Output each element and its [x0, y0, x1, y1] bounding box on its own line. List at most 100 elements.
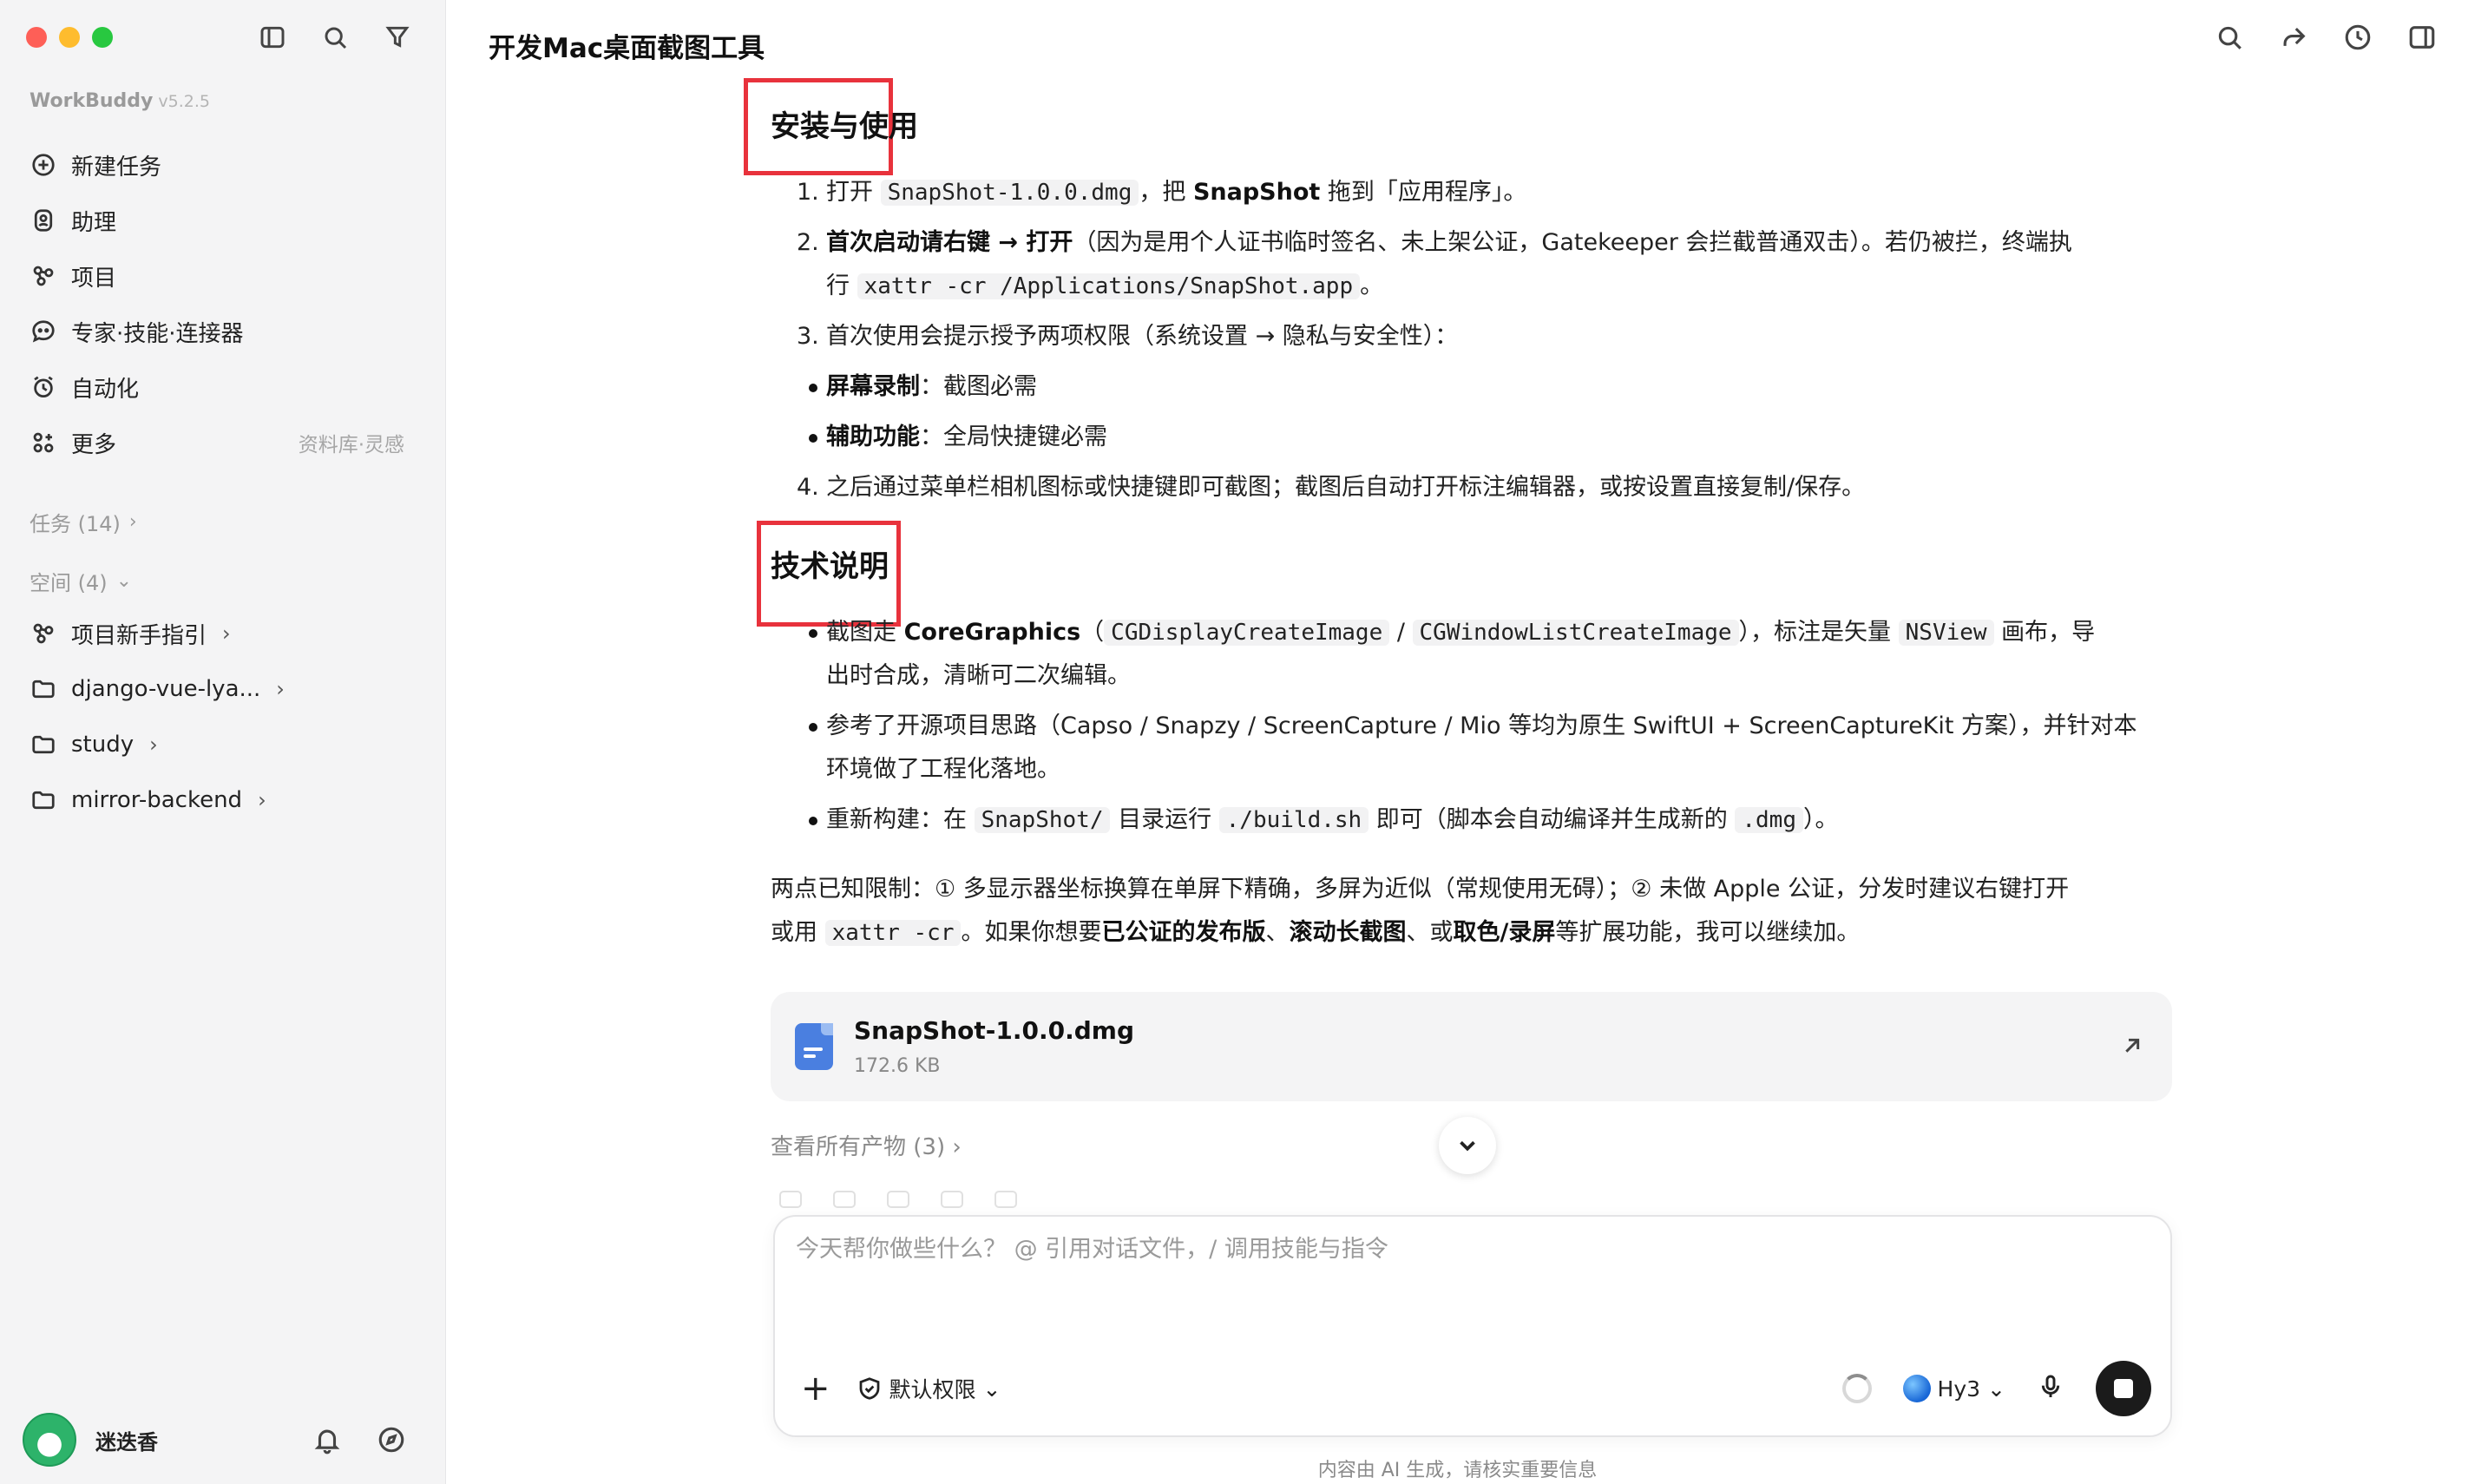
toggle-sidebar-icon[interactable] [257, 22, 288, 53]
file-size: 172.6 KB [854, 1055, 941, 1077]
inline-code: NSView [1898, 620, 1994, 646]
avatar [23, 1413, 76, 1467]
search-icon[interactable] [2213, 21, 2246, 54]
tasks-section-toggle[interactable]: 任务 (14) › [30, 507, 137, 537]
sidebar-toolbar [257, 22, 413, 53]
file-attachment-card[interactable]: SnapShot-1.0.0.dmg 172.6 KB [771, 992, 2172, 1101]
chevron-right-icon: › [276, 677, 285, 701]
text: 、或 [1406, 919, 1454, 946]
list-item: 重新构建：在 SnapShot/ 目录运行 ./build.sh 即可（脚本会自… [771, 798, 2172, 842]
space-item[interactable]: mirror-backend › [0, 772, 446, 828]
sidebar-item-label: 自动化 [71, 376, 140, 403]
permission-selector[interactable]: 默认权限 ⌄ [857, 1373, 1001, 1404]
chevron-down-icon [1460, 1140, 1475, 1152]
share-icon[interactable] [994, 1191, 1017, 1208]
composer-right-tools: Hy3 ⌄ [1841, 1361, 2151, 1416]
history-icon[interactable] [2341, 21, 2374, 54]
minimize-window-button[interactable] [59, 27, 80, 48]
message-input[interactable] [796, 1236, 2097, 1263]
bell-icon[interactable] [312, 1425, 342, 1458]
scroll-to-bottom-button[interactable] [1439, 1117, 1496, 1174]
model-selector[interactable]: Hy3 ⌄ [1902, 1375, 2005, 1402]
project-icon [30, 262, 57, 290]
zoom-window-button[interactable] [92, 27, 113, 48]
sidebar-item-automation[interactable]: 自动化 [0, 359, 446, 415]
search-icon[interactable] [319, 22, 351, 53]
thumbs-up-icon[interactable] [833, 1191, 856, 1208]
text: 出时合成，清晰可二次编辑。 [826, 662, 1131, 689]
sidebar-item-more[interactable]: 更多 资料库·灵感 [0, 415, 446, 470]
add-attachment-button[interactable]: + [801, 1371, 830, 1406]
spaces-section-toggle[interactable]: 空间 (4) ⌄ [30, 566, 132, 596]
sidebar-item-projects[interactable]: 项目 [0, 248, 446, 304]
list-item: 屏幕录制：截图必需 [771, 365, 2172, 409]
page-title: 开发Mac桌面截图工具 [489, 33, 765, 64]
text: 截图走 [826, 619, 904, 646]
ai-disclaimer: 内容由 AI 生成，请核实重要信息 [1317, 1460, 1598, 1481]
text: ，把 [1139, 179, 1193, 206]
sidebar-item-label: 新建任务 [71, 154, 162, 181]
list-item: 1. 打开 SnapShot-1.0.0.dmg ，把 SnapShot 拖到「应… [797, 179, 1527, 206]
folder-icon [30, 786, 57, 814]
user-profile[interactable]: 迷迭香 [23, 1413, 158, 1467]
stop-generation-button[interactable] [2096, 1361, 2151, 1416]
text: ：全局快捷键必需 [920, 424, 1107, 450]
inline-code: xattr -cr /Applications/SnapShot.app [857, 273, 1361, 299]
microphone-icon[interactable] [2037, 1373, 2064, 1404]
open-external-icon[interactable] [2118, 1032, 2146, 1060]
sidebar-item-label: 专家·技能·连接器 [71, 320, 244, 347]
toggle-panel-icon[interactable] [2406, 21, 2438, 54]
filter-icon[interactable] [382, 22, 413, 53]
document-file-icon [795, 1023, 833, 1070]
inline-code: .dmg [1735, 807, 1803, 833]
chevron-down-icon: ⌄ [1987, 1376, 2005, 1402]
composer-left-tools: + 默认权限 ⌄ [801, 1371, 1001, 1406]
chevron-right-icon: › [149, 732, 158, 757]
text: 之后通过菜单栏相机图标或快捷键即可截图；截图后自动打开标注编辑器，或按设置直接复… [826, 474, 1866, 501]
view-all-artifacts-link[interactable]: 查看所有产物 (3) › [771, 1129, 962, 1161]
text: 等扩展功能，我可以继续加。 [1555, 919, 1861, 946]
text: 行 [826, 273, 857, 299]
close-window-button[interactable] [26, 27, 47, 48]
sidebar-item-assistant[interactable]: 助理 [0, 193, 446, 248]
model-logo-icon [1902, 1375, 1931, 1402]
copy-icon[interactable] [779, 1191, 802, 1208]
bold-text: 取色/录屏 [1453, 919, 1556, 946]
text: （因为是用个人证书临时签名、未上架公证，Gatekeeper 会拦截普通双击）。… [1073, 229, 2072, 256]
inline-code: SnapShot/ [974, 807, 1111, 833]
inline-code: CGWindowListCreateImage [1412, 620, 1739, 646]
space-item[interactable]: django-vue-lya... › [0, 661, 446, 717]
space-item-label: mirror-backend [71, 787, 243, 813]
more-extra-links[interactable]: 资料库·灵感 [299, 428, 404, 457]
text: ），标注是矢量 [1738, 619, 1899, 646]
list-item: 辅助功能：全局快捷键必需 [771, 416, 2172, 459]
section-heading: 技术说明 [771, 549, 889, 584]
bold-text: 滚动长截图 [1289, 919, 1407, 946]
text: 或用 [771, 919, 825, 946]
space-item[interactable]: 项目新手指引 › [0, 606, 446, 661]
text: 、 [1265, 919, 1290, 946]
user-name: 迷迭香 [95, 1429, 158, 1454]
sidebar-item-label: 项目 [71, 265, 117, 292]
chevron-down-icon: ⌄ [982, 1376, 1001, 1402]
sidebar-item-experts[interactable]: 专家·技能·连接器 [0, 304, 446, 359]
shield-check-icon [859, 1377, 879, 1400]
text: 两点已知限制：① 多显示器坐标换算在单屏下精确，多屏为近似（常规使用无碍）；② … [771, 876, 2070, 903]
text: 即可（脚本会自动编译并生成新的 [1369, 806, 1736, 833]
chevron-right-icon: › [952, 1134, 962, 1160]
speaker-icon[interactable] [941, 1191, 963, 1208]
share-icon[interactable] [2277, 21, 2310, 54]
settings-compass-icon[interactable] [377, 1425, 406, 1458]
bold-text: 已公证的发布版 [1101, 919, 1266, 946]
list-item: 2. 首次启动请右键 → 打开（因为是用个人证书临时签名、未上架公证，Gatek… [797, 229, 2072, 299]
space-item[interactable]: study › [0, 717, 446, 772]
space-item-label: study [71, 732, 135, 758]
bold-text: CoreGraphics [903, 619, 1081, 646]
text: 重新构建：在 [826, 806, 975, 833]
inline-code: ./build.sh [1218, 807, 1369, 833]
top-toolbar [2213, 21, 2438, 54]
model-label: Hy3 [1937, 1376, 1981, 1402]
text: 参考了开源项目思路（Capso / Snapzy / ScreenCapture… [826, 712, 2137, 739]
sidebar-item-new-task[interactable]: 新建任务 [0, 137, 446, 193]
thumbs-down-icon[interactable] [887, 1191, 909, 1208]
